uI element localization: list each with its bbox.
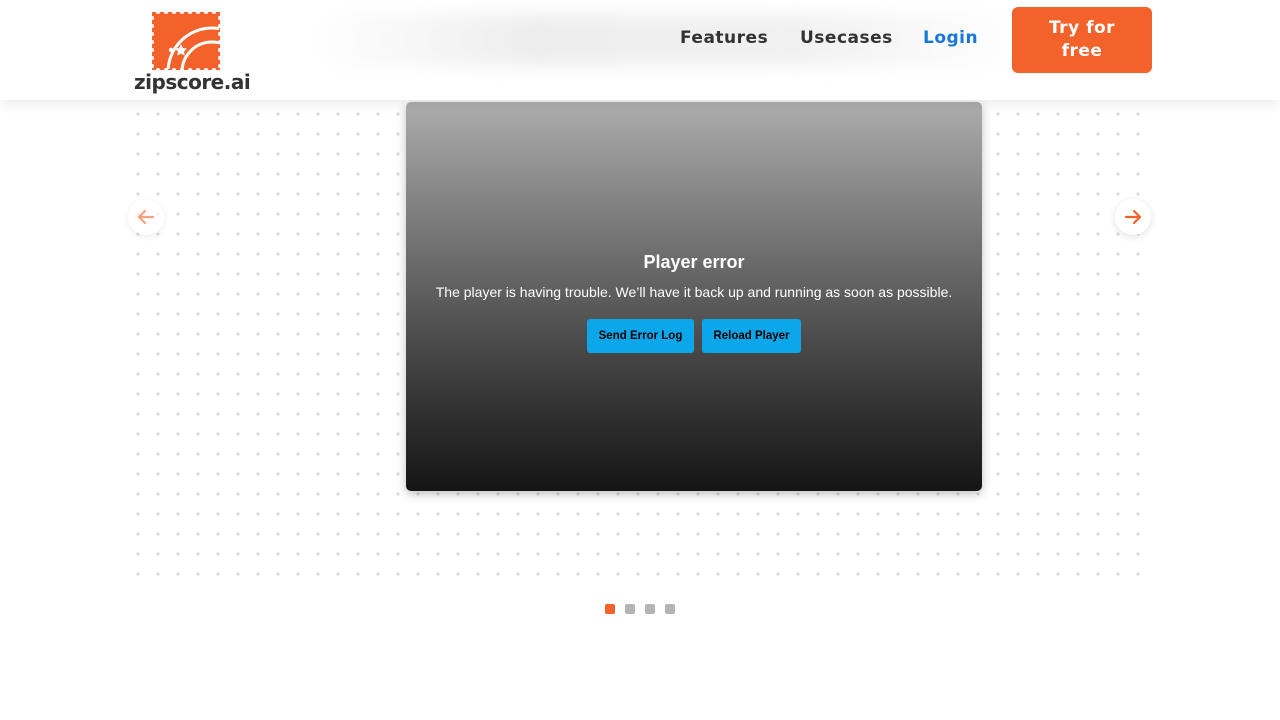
- pagination-dot-3[interactable]: [645, 604, 655, 614]
- nav-usecases[interactable]: Usecases: [800, 28, 893, 56]
- site-header: zipscore.ai Features Usecases Login Try …: [0, 0, 1280, 100]
- try-for-free-button[interactable]: Try for free: [1012, 7, 1152, 73]
- player-error-message: The player is having trouble. We’ll have…: [435, 284, 953, 300]
- logo-wordmark: zipscore.ai: [134, 70, 251, 94]
- blurred-banner: [325, 14, 1005, 66]
- carousel-next-button[interactable]: [1115, 199, 1151, 235]
- reload-player-button[interactable]: Reload Player: [702, 319, 801, 353]
- carousel-pagination: [605, 604, 675, 614]
- player-error-title: Player error: [643, 252, 745, 272]
- arrow-left-icon: [137, 209, 155, 225]
- nav-features[interactable]: Features: [680, 28, 768, 56]
- arrow-right-icon: [1124, 209, 1142, 225]
- send-error-log-button[interactable]: Send Error Log: [587, 319, 694, 353]
- stamp-logo-icon: [150, 10, 222, 72]
- carousel-prev-button[interactable]: [128, 199, 164, 235]
- pagination-dot-4[interactable]: [665, 604, 675, 614]
- nav-login[interactable]: Login: [923, 28, 978, 56]
- logo[interactable]: zipscore.ai: [134, 8, 251, 96]
- video-player[interactable]: Player error The player is having troubl…: [406, 102, 982, 491]
- pagination-dot-1[interactable]: [605, 604, 615, 614]
- pagination-dot-2[interactable]: [625, 604, 635, 614]
